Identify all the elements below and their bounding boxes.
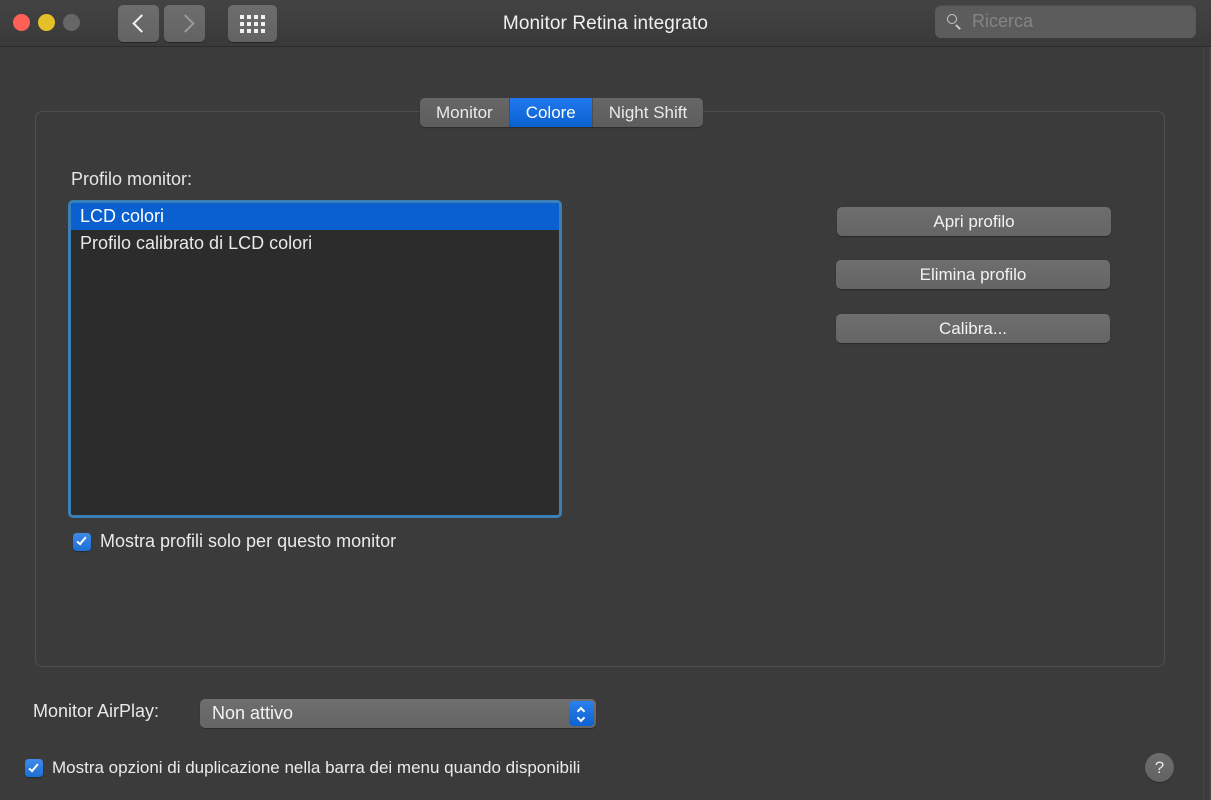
airplay-label: Monitor AirPlay: [33, 701, 160, 721]
tab-monitor[interactable]: Monitor [420, 98, 510, 127]
tab-bar: Monitor Colore Night Shift [420, 98, 704, 127]
minimize-button[interactable] [38, 14, 55, 31]
window-titlebar: Monitor Retina integrato Ricerca [0, 0, 1211, 47]
forward-button[interactable] [164, 5, 205, 42]
window-edge-hairline [1203, 47, 1204, 800]
profile-label: Profilo monitor: [71, 169, 193, 189]
airplay-display-select[interactable]: Non attivo [200, 699, 596, 728]
tab-night-shift[interactable]: Night Shift [592, 98, 704, 127]
search-placeholder: Ricerca [972, 11, 1034, 31]
open-profile-button[interactable]: Apri profilo [837, 207, 1111, 236]
checkbox-checked-icon [73, 532, 91, 551]
zoom-button[interactable] [63, 14, 80, 31]
show-only-this-monitor-label: Mostra profili solo per questo monitor [100, 531, 397, 551]
search-icon [947, 14, 962, 29]
delete-profile-button[interactable]: Elimina profilo [836, 260, 1110, 289]
show-only-this-monitor-checkbox[interactable]: Mostra profili solo per questo monitor [73, 531, 396, 552]
profile-list[interactable]: LCD colori Profilo calibrato di LCD colo… [68, 200, 562, 518]
chevron-left-icon [133, 14, 144, 33]
list-item[interactable]: Profilo calibrato di LCD colori [71, 230, 559, 257]
chevron-up-down-icon[interactable] [569, 701, 594, 726]
show-all-preferences-button[interactable] [228, 5, 277, 42]
calibrate-button[interactable]: Calibra... [836, 314, 1110, 343]
show-mirroring-options-label: Mostra opzioni di duplicazione nella bar… [52, 758, 581, 777]
airplay-selected-value: Non attivo [212, 703, 294, 723]
system-preferences-window: Monitor Retina integrato Ricerca Monitor… [0, 0, 1211, 800]
grid-apps-icon [240, 14, 265, 33]
chevron-right-icon [179, 14, 190, 33]
tab-colore[interactable]: Colore [509, 98, 593, 127]
search-input[interactable]: Ricerca [935, 5, 1196, 38]
close-button[interactable] [13, 14, 30, 31]
show-mirroring-options-checkbox[interactable]: Mostra opzioni di duplicazione nella bar… [25, 758, 580, 778]
navigation-buttons [118, 5, 205, 42]
back-button[interactable] [118, 5, 159, 42]
checkbox-checked-icon [25, 759, 43, 777]
help-button[interactable]: ? [1145, 753, 1174, 782]
list-item[interactable]: LCD colori [71, 203, 559, 230]
traffic-light-group [13, 14, 80, 31]
